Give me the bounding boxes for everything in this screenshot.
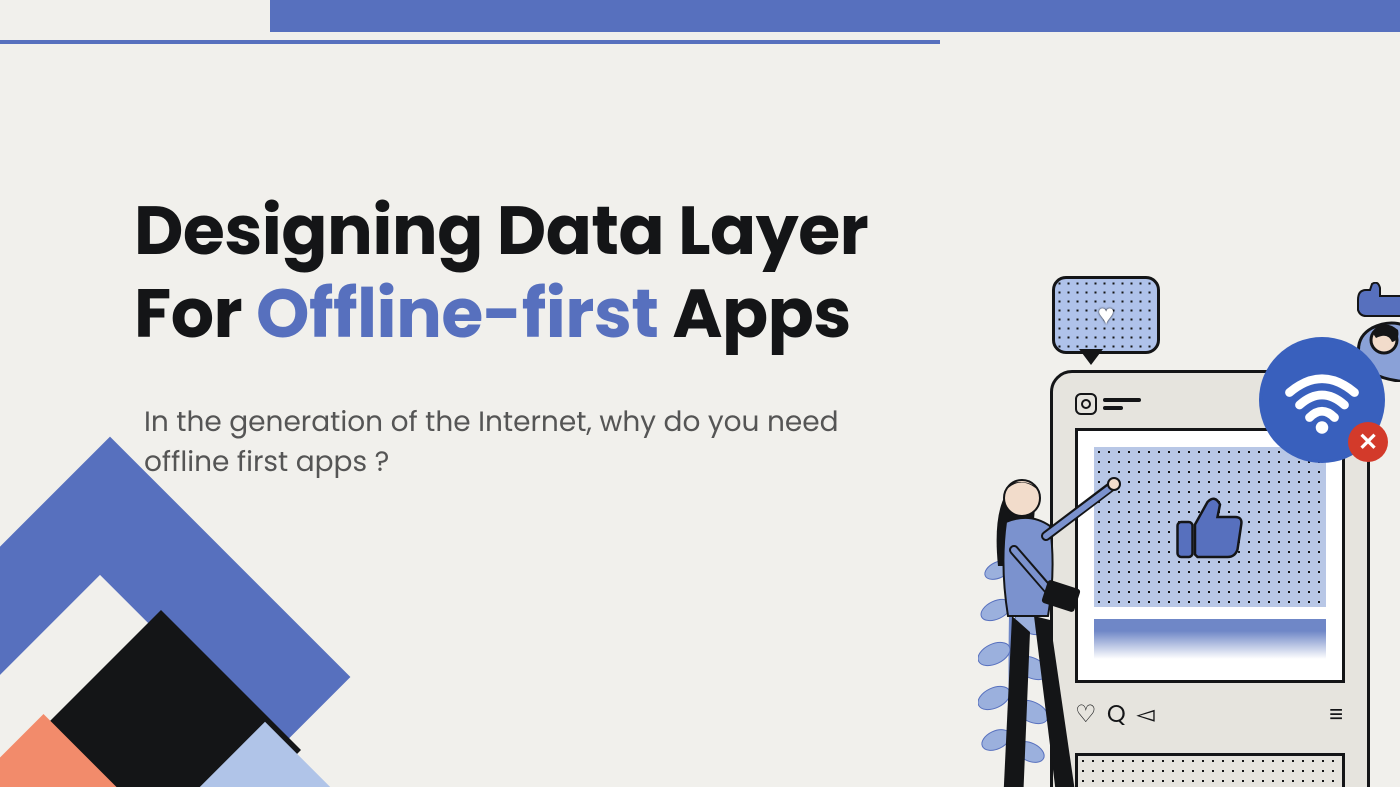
title-line-2-post: Apps: [658, 266, 850, 361]
title-highlight: Offline-first: [256, 266, 658, 361]
page-title: Designing Data Layer For Offline-first A…: [134, 190, 984, 356]
top-strip: [270, 0, 1400, 32]
title-line-1: Designing Data Layer: [134, 183, 868, 278]
thumbs-up-hand-icon: [1326, 282, 1400, 332]
thumbs-up-icon: [1170, 487, 1250, 567]
post-gradient-strip: [1094, 619, 1326, 659]
page-subtitle: In the generation of the Internet, why d…: [144, 402, 914, 483]
post-image: [1094, 447, 1326, 607]
wifi-offline-badge: ✕: [1262, 340, 1382, 460]
thin-line: [0, 40, 940, 44]
heart-icon: ♥: [1098, 294, 1115, 336]
slide-stage: Designing Data Layer For Offline-first A…: [0, 0, 1400, 787]
post-actions-right: ≡: [1329, 697, 1345, 732]
speech-bubble: ♥: [1052, 276, 1160, 354]
person-illustration: [970, 446, 1124, 787]
header-lines: [1103, 398, 1141, 410]
wifi-icon: [1282, 360, 1362, 440]
title-line-2-pre: For: [134, 266, 256, 361]
content-block: Designing Data Layer For Offline-first A…: [134, 190, 984, 483]
illustration: ♥: [970, 270, 1400, 787]
social-app-icon: [1075, 393, 1097, 415]
close-icon: ✕: [1348, 422, 1388, 462]
